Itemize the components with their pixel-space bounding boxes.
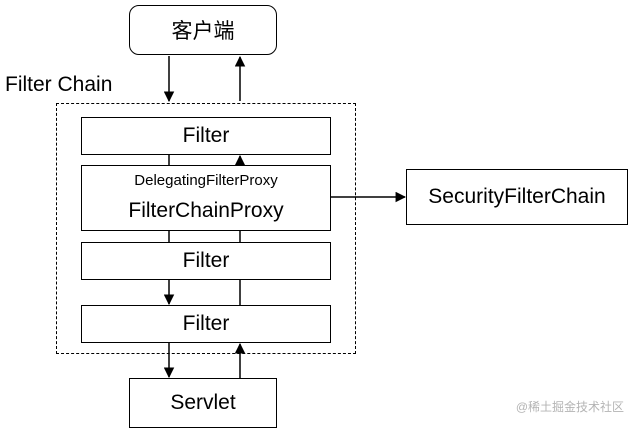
watermark: @稀土掘金技术社区	[515, 400, 624, 414]
connector-arrows	[163, 55, 407, 379]
